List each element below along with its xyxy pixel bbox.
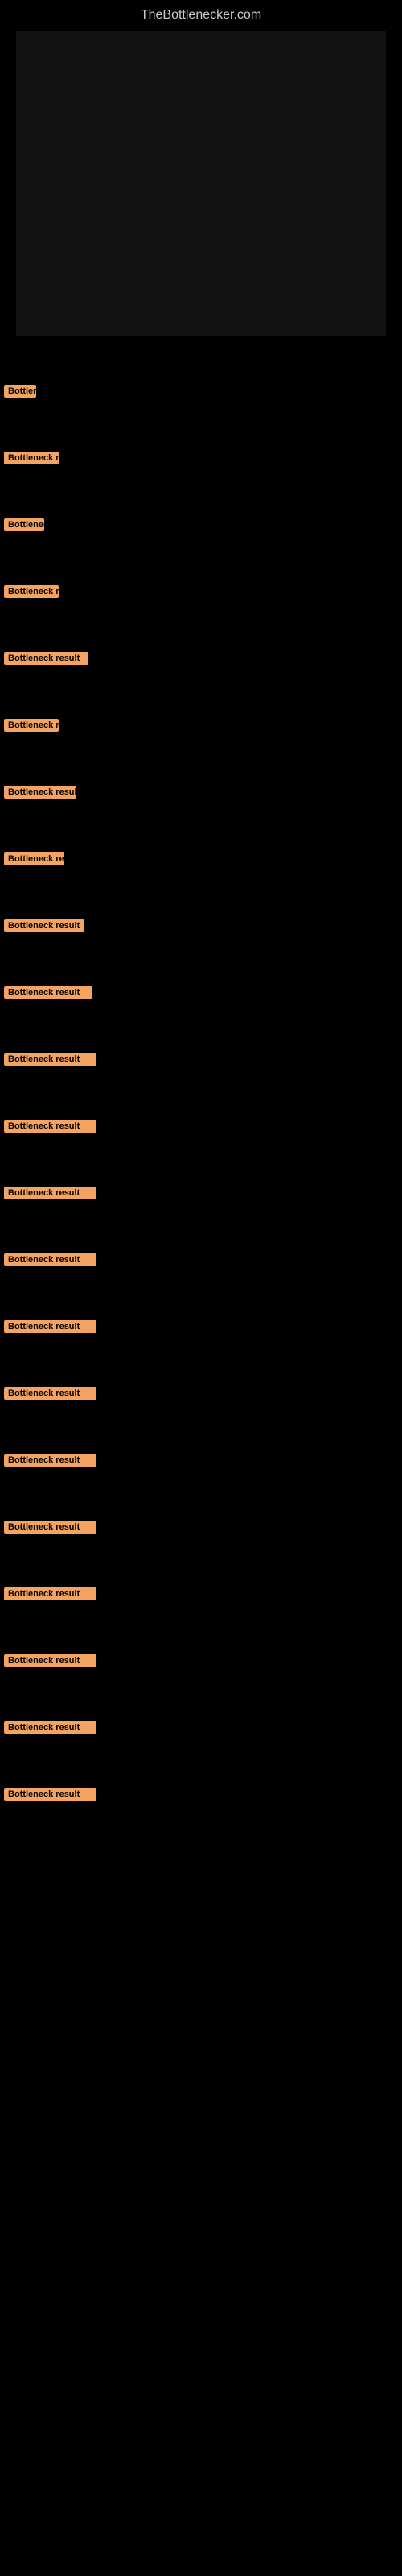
result-item-18: Bottleneck result [4, 1521, 398, 1578]
result-spacer-15 [4, 1333, 398, 1377]
bottleneck-result-label-11[interactable]: Bottleneck result [4, 1053, 96, 1066]
bottleneck-result-label-7[interactable]: Bottleneck result [4, 786, 76, 799]
bottleneck-result-label-21[interactable]: Bottleneck result [4, 1721, 96, 1734]
result-spacer-17 [4, 1467, 398, 1511]
result-spacer-7 [4, 799, 398, 843]
result-item-19: Bottleneck result [4, 1587, 398, 1645]
result-item-6: Bottleneck result [4, 719, 398, 776]
bottleneck-result-label-1[interactable]: Bottleneck result [4, 385, 36, 398]
result-item-7: Bottleneck result [4, 786, 398, 843]
bottleneck-result-label-17[interactable]: Bottleneck result [4, 1454, 96, 1467]
result-spacer-6 [4, 732, 398, 776]
result-item-13: Bottleneck result [4, 1187, 398, 1244]
bottleneck-result-label-18[interactable]: Bottleneck result [4, 1521, 96, 1534]
bottleneck-result-label-5[interactable]: Bottleneck result [4, 652, 88, 665]
bottleneck-result-label-2[interactable]: Bottleneck result [4, 452, 59, 464]
result-spacer-2 [4, 464, 398, 509]
bottleneck-result-label-19[interactable]: Bottleneck result [4, 1587, 96, 1600]
result-item-20: Bottleneck result [4, 1654, 398, 1711]
bottleneck-result-label-14[interactable]: Bottleneck result [4, 1253, 96, 1266]
bottleneck-result-label-3[interactable]: Bottleneck result [4, 518, 44, 531]
result-spacer-20 [4, 1667, 398, 1711]
bottleneck-result-label-13[interactable]: Bottleneck result [4, 1187, 96, 1199]
result-item-10: Bottleneck result [4, 986, 398, 1043]
result-item-14: Bottleneck result [4, 1253, 398, 1311]
result-spacer-11 [4, 1066, 398, 1110]
bottleneck-result-label-15[interactable]: Bottleneck result [4, 1320, 96, 1333]
chart-area [16, 31, 386, 369]
chart-placeholder [16, 31, 386, 336]
result-spacer-14 [4, 1266, 398, 1311]
result-spacer-18 [4, 1534, 398, 1578]
result-spacer-22 [4, 1801, 398, 1845]
result-item-9: Bottleneck result [4, 919, 398, 976]
bottleneck-result-label-22[interactable]: Bottleneck result [4, 1788, 96, 1801]
result-item-8: Bottleneck result [4, 852, 398, 910]
result-spacer-5 [4, 665, 398, 709]
result-item-5: Bottleneck result [4, 652, 398, 709]
result-item-17: Bottleneck result [4, 1454, 398, 1511]
bottleneck-result-label-4[interactable]: Bottleneck result [4, 585, 59, 598]
result-spacer-9 [4, 932, 398, 976]
bottleneck-result-label-16[interactable]: Bottleneck result [4, 1387, 96, 1400]
result-spacer-1 [4, 398, 398, 442]
bottleneck-result-label-20[interactable]: Bottleneck result [4, 1654, 96, 1667]
result-item-21: Bottleneck result [4, 1721, 398, 1778]
result-spacer-10 [4, 999, 398, 1043]
result-item-22: Bottleneck result [4, 1788, 398, 1845]
result-item-3: Bottleneck result [4, 518, 398, 576]
result-item-2: Bottleneck result [4, 452, 398, 509]
site-title: TheBottlenecker.com [0, 0, 402, 31]
bottleneck-result-label-6[interactable]: Bottleneck result [4, 719, 59, 732]
result-spacer-19 [4, 1600, 398, 1645]
result-spacer-12 [4, 1133, 398, 1177]
result-item-11: Bottleneck result [4, 1053, 398, 1110]
results-section: Bottleneck result Bottleneck result Bottle… [0, 385, 402, 1845]
result-spacer-21 [4, 1734, 398, 1778]
result-spacer-8 [4, 865, 398, 910]
result-spacer-4 [4, 598, 398, 642]
result-item-16: Bottleneck result [4, 1387, 398, 1444]
result-item-4: Bottleneck result [4, 585, 398, 642]
bottleneck-result-label-10[interactable]: Bottleneck result [4, 986, 92, 999]
result-item-15: Bottleneck result [4, 1320, 398, 1377]
result-spacer-3 [4, 531, 398, 576]
result-item-1: Bottleneck result [4, 385, 398, 442]
bottleneck-result-label-12[interactable]: Bottleneck result [4, 1120, 96, 1133]
bottleneck-result-label-9[interactable]: Bottleneck result [4, 919, 84, 932]
result-item-12: Bottleneck result [4, 1120, 398, 1177]
bottleneck-result-label-8[interactable]: Bottleneck result [4, 852, 64, 865]
result-spacer-13 [4, 1199, 398, 1244]
result-spacer-16 [4, 1400, 398, 1444]
